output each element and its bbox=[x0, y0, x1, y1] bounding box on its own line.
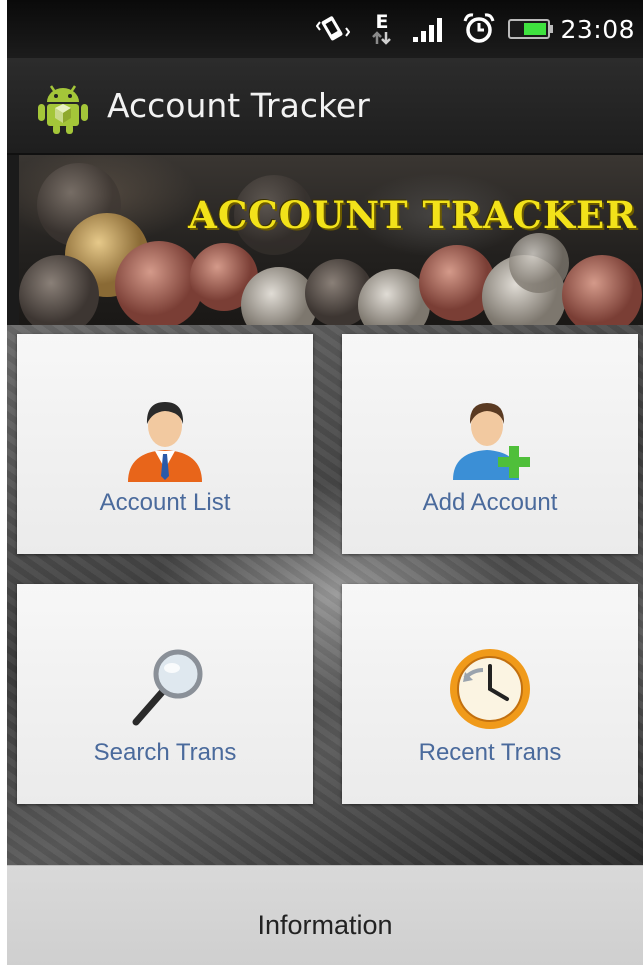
menu-grid: Account List Add Account Search Trans Re… bbox=[7, 325, 643, 865]
clock-time: 23:08 bbox=[560, 14, 635, 44]
account-list-label: Account List bbox=[99, 489, 231, 516]
search-trans-label: Search Trans bbox=[93, 739, 237, 766]
user-icon bbox=[128, 402, 202, 482]
edge-data-icon: E bbox=[367, 0, 397, 58]
battery-icon bbox=[507, 0, 555, 58]
banner-image: ACCOUNT TRACKER bbox=[19, 155, 643, 325]
add-account-button[interactable]: Add Account bbox=[342, 334, 638, 554]
android-icon bbox=[38, 85, 88, 134]
recent-trans-label: Recent Trans bbox=[418, 739, 562, 766]
information-button[interactable]: Information bbox=[7, 865, 643, 965]
status-bar: E 23:08 bbox=[7, 0, 643, 58]
signal-icon bbox=[409, 0, 449, 58]
app-title: Account Tracker bbox=[107, 86, 370, 125]
data-type-letter: E bbox=[375, 11, 389, 33]
add-account-label: Add Account bbox=[422, 489, 558, 516]
account-list-button[interactable]: Account List bbox=[17, 334, 313, 554]
clock-icon bbox=[450, 649, 530, 729]
search-trans-button[interactable]: Search Trans bbox=[17, 584, 313, 804]
banner-title: ACCOUNT TRACKER bbox=[188, 193, 637, 237]
add-user-icon bbox=[453, 403, 530, 480]
app-screen: E 23:08 Account Tracker ACCOUNT TRACKER … bbox=[7, 0, 643, 965]
coins-decoration bbox=[19, 163, 642, 325]
vibrate-icon bbox=[313, 0, 353, 58]
magnifier-icon bbox=[132, 649, 203, 726]
recent-trans-button[interactable]: Recent Trans bbox=[342, 584, 638, 804]
action-bar: Account Tracker bbox=[7, 58, 643, 155]
alarm-icon bbox=[459, 0, 499, 58]
information-label: Information bbox=[257, 910, 393, 940]
